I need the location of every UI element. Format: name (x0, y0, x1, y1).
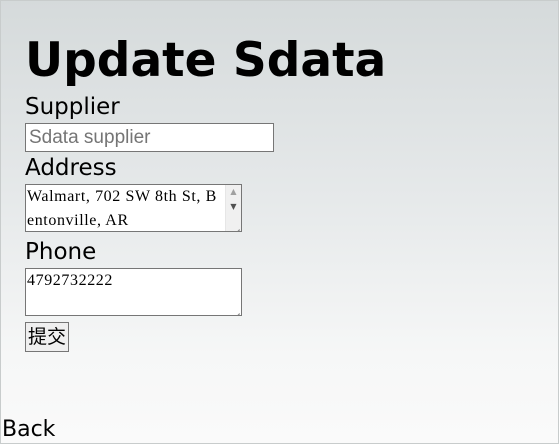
supplier-label: Supplier (25, 94, 120, 120)
update-form: Update Sdata Supplier Address Walmart, 7… (25, 29, 425, 352)
resize-grip-icon[interactable] (230, 220, 240, 230)
phone-label: Phone (25, 239, 97, 265)
address-value: Walmart, 702 SW 8th St, Bentonville, AR (27, 188, 217, 229)
address-textarea[interactable]: Walmart, 702 SW 8th St, Bentonville, AR … (25, 184, 242, 232)
phone-textarea[interactable]: 4792732222 (25, 268, 242, 316)
address-label: Address (25, 155, 117, 181)
back-link[interactable]: Back (2, 416, 55, 444)
supplier-input[interactable] (25, 123, 274, 152)
phone-value: 4792732222 (27, 272, 113, 289)
submit-button[interactable]: 提交 (25, 322, 70, 352)
page-title: Update Sdata (25, 33, 387, 88)
resize-grip-icon[interactable] (230, 304, 240, 314)
chevron-down-icon[interactable]: ▼ (226, 200, 241, 214)
chevron-up-icon[interactable]: ▲ (226, 185, 241, 199)
